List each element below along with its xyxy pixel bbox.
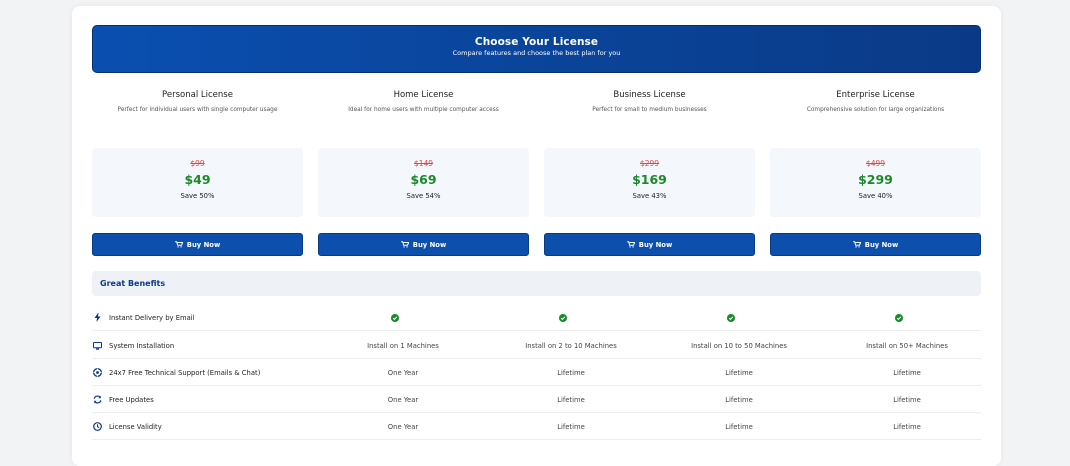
save-label: Save 43% <box>632 192 667 200</box>
value-cell: Lifetime <box>557 422 585 431</box>
lightning-icon <box>93 313 102 322</box>
plan-description: Perfect for individual users with single… <box>117 107 278 113</box>
buy-now-label: Buy Now <box>638 240 673 249</box>
benefit-row: License Validity One Year Lifetime Lifet… <box>92 413 981 440</box>
plan-business: Business License Perfect for small to me… <box>544 90 755 256</box>
support-icon <box>93 368 102 377</box>
plans-row: Personal License Perfect for individual … <box>92 90 981 260</box>
page-title: Choose Your License <box>474 36 599 48</box>
plan-name: Enterprise License <box>836 90 915 100</box>
feature-label: License Validity <box>109 422 162 431</box>
plan-description: Comprehensive solution for large organiz… <box>806 107 945 113</box>
check-cell <box>488 304 638 331</box>
buy-now-button[interactable]: Buy Now <box>318 233 529 256</box>
price: $69 <box>410 172 437 187</box>
value-cell: One Year <box>387 395 419 404</box>
old-price: $99 <box>190 159 205 168</box>
benefits-header: Great Benefits <box>92 271 981 296</box>
check-cell <box>320 304 470 331</box>
clock-icon <box>93 422 102 431</box>
plan-home: Home License Ideal for home users with m… <box>318 90 529 256</box>
price-box: $299 $169 Save 43% <box>544 148 755 217</box>
plan-personal: Personal License Perfect for individual … <box>92 90 303 256</box>
benefit-row: System Installation Install on 1 Machine… <box>92 332 981 359</box>
price: $299 <box>858 172 893 187</box>
value-cell: Lifetime <box>557 395 585 404</box>
benefit-row: Instant Delivery by Email <box>92 304 981 331</box>
check-icon <box>727 313 735 322</box>
price-box: $99 $49 Save 50% <box>92 148 303 217</box>
check-icon <box>391 313 399 322</box>
plan-name: Home License <box>393 90 454 100</box>
value-cell: Install on 50+ Machines <box>866 341 948 350</box>
cart-icon <box>626 241 635 248</box>
page-subtitle: Compare features and choose the best pla… <box>452 49 621 57</box>
check-icon <box>559 313 567 322</box>
value-cell: Lifetime <box>557 368 585 377</box>
plan-name: Business License <box>613 90 686 100</box>
feature-label: 24x7 Free Technical Support (Emails & Ch… <box>109 368 261 377</box>
value-cell: Lifetime <box>725 422 753 431</box>
feature-cell: System Installation <box>92 332 174 359</box>
value-cell: Lifetime <box>893 422 921 431</box>
license-card: Choose Your License Compare features and… <box>72 6 1001 466</box>
check-icon <box>895 313 903 322</box>
feature-cell: Instant Delivery by Email <box>92 304 195 331</box>
cart-icon <box>174 241 183 248</box>
check-cell <box>824 304 974 331</box>
value-cell: Install on 10 to 50 Machines <box>691 341 787 350</box>
old-price: $149 <box>413 159 434 168</box>
value-cell: Lifetime <box>893 395 921 404</box>
value-cell: Lifetime <box>725 368 753 377</box>
buy-now-button[interactable]: Buy Now <box>544 233 755 256</box>
old-price: $499 <box>865 159 886 168</box>
buy-now-label: Buy Now <box>186 240 221 249</box>
feature-cell: License Validity <box>92 413 162 440</box>
save-label: Save 40% <box>858 192 893 200</box>
value-cell: Lifetime <box>893 368 921 377</box>
save-label: Save 54% <box>406 192 441 200</box>
feature-cell: 24x7 Free Technical Support (Emails & Ch… <box>92 359 260 386</box>
value-cell: One Year <box>387 368 419 377</box>
benefit-row: 24x7 Free Technical Support (Emails & Ch… <box>92 359 981 386</box>
buy-now-button[interactable]: Buy Now <box>770 233 981 256</box>
buy-now-label: Buy Now <box>412 240 447 249</box>
plan-description: Perfect for small to medium businesses <box>592 107 707 113</box>
value-cell: Install on 1 Machines <box>367 341 439 350</box>
cart-icon <box>400 241 409 248</box>
value-cell: Install on 2 to 10 Machines <box>525 341 617 350</box>
old-price: $299 <box>639 159 660 168</box>
feature-cell: Free Updates <box>92 386 154 413</box>
price: $169 <box>632 172 667 187</box>
feature-label: Instant Delivery by Email <box>109 313 195 322</box>
sync-icon <box>93 395 102 404</box>
check-cell <box>656 304 806 331</box>
benefit-row: Free Updates One Year Lifetime Lifetime … <box>92 386 981 413</box>
header-banner: Choose Your License Compare features and… <box>92 25 981 73</box>
cart-icon <box>852 241 861 248</box>
plan-name: Personal License <box>162 90 233 100</box>
feature-label: Free Updates <box>109 395 154 404</box>
price-box: $149 $69 Save 54% <box>318 148 529 217</box>
feature-label: System Installation <box>109 341 175 350</box>
buy-now-button[interactable]: Buy Now <box>92 233 303 256</box>
price-box: $499 $299 Save 40% <box>770 148 981 217</box>
monitor-icon <box>93 341 102 350</box>
price: $49 <box>184 172 211 187</box>
value-cell: Lifetime <box>725 395 753 404</box>
buy-now-label: Buy Now <box>864 240 899 249</box>
plan-description: Ideal for home users with multiple compu… <box>348 107 499 113</box>
save-label: Save 50% <box>180 192 215 200</box>
plan-enterprise: Enterprise License Comprehensive solutio… <box>770 90 981 256</box>
value-cell: One Year <box>387 422 419 431</box>
